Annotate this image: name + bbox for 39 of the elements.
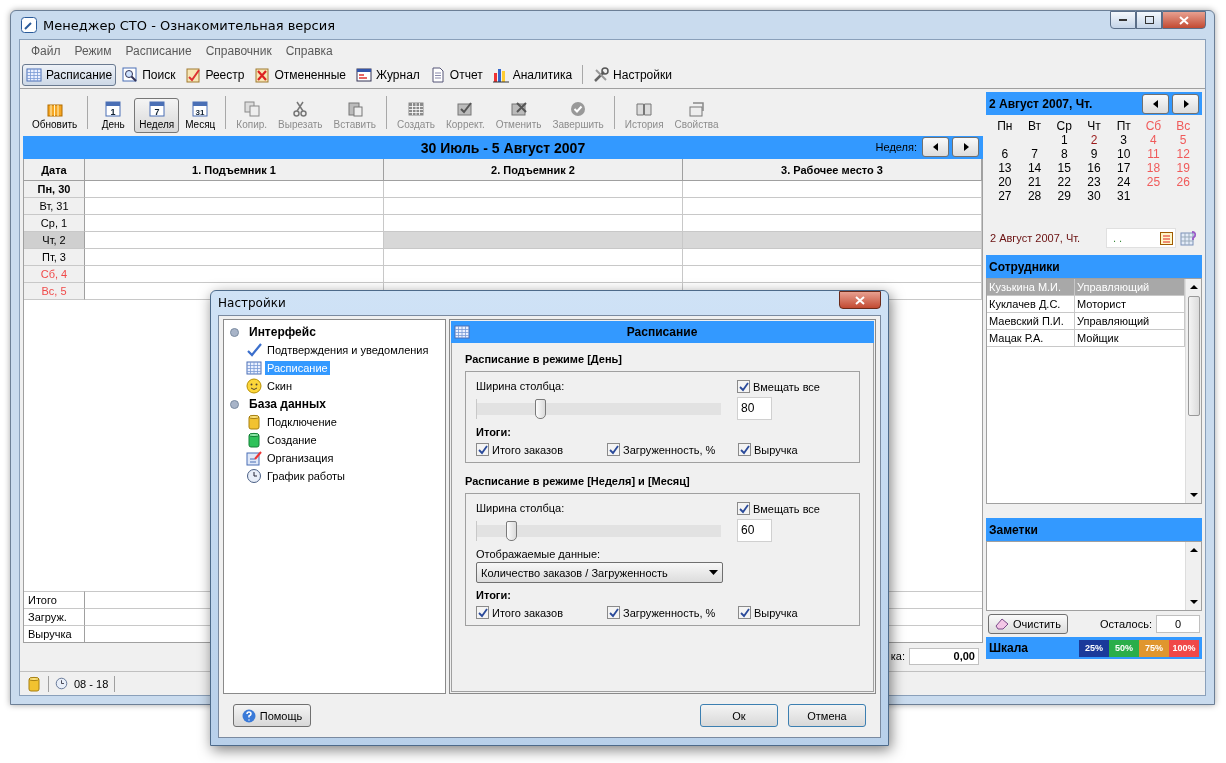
section-title: Расписание в режиме [День] [465, 353, 623, 365]
scale-label: Шкала [989, 641, 1030, 655]
row-header: Загруж. [24, 608, 85, 625]
field-label: Ширина столбца: [476, 502, 566, 515]
totals-label: Итоги: [476, 589, 512, 601]
panel-title: Расписание [625, 325, 699, 339]
weekday-label: Ср [1055, 119, 1073, 133]
scale-swatch: 25% [1079, 639, 1109, 657]
scale-swatch: 75% [1139, 639, 1169, 657]
sum-label: ка: [890, 650, 905, 662]
period-label: Неделя: [875, 141, 917, 153]
remaining-field: 0 [1156, 615, 1200, 633]
row-header: Итого [24, 591, 85, 608]
weekday-label: Чт [1086, 119, 1102, 133]
field-label: Отображаемые данные: [476, 548, 602, 560]
dialog-title: Настройки [218, 296, 286, 310]
weekday-label: Вт [1027, 119, 1043, 133]
section-title: Расписание в режиме [Неделя] и [Месяц] [465, 475, 691, 487]
scale-swatch: 50% [1109, 639, 1139, 657]
working-hours: 08 - 18 [74, 677, 109, 690]
date-range-title: 30 Июль - 5 Август 2007 [420, 139, 586, 156]
window-title: Менеджер СТО - Ознакомительная версия [43, 17, 336, 33]
panel-title: Заметки [989, 522, 1038, 537]
calendar-icon: 1 [105, 101, 122, 117]
weekday-label: Пн [996, 119, 1014, 133]
remaining-label: Осталось: [1099, 618, 1152, 630]
scale-swatch: 100% [1169, 639, 1199, 657]
weekday-label: Пт [1115, 119, 1132, 133]
calendar-icon: 7 [148, 101, 165, 117]
weekday-label: Сб [1144, 119, 1163, 133]
calendar-icon: 31 [192, 101, 209, 117]
field-label: Ширина столбца: [476, 380, 566, 393]
calendar-title: 2 Август 2007, Чт. [989, 96, 1093, 111]
selected-date: 2 Август 2007, Чт. [990, 232, 1082, 244]
weekday-label: Вс [1175, 119, 1192, 133]
totals-label: Итоги: [476, 426, 512, 438]
panel-title: Сотрудники [989, 259, 1060, 274]
sum-field: 0,00 [909, 647, 979, 665]
row-header: Выручка [24, 625, 85, 642]
